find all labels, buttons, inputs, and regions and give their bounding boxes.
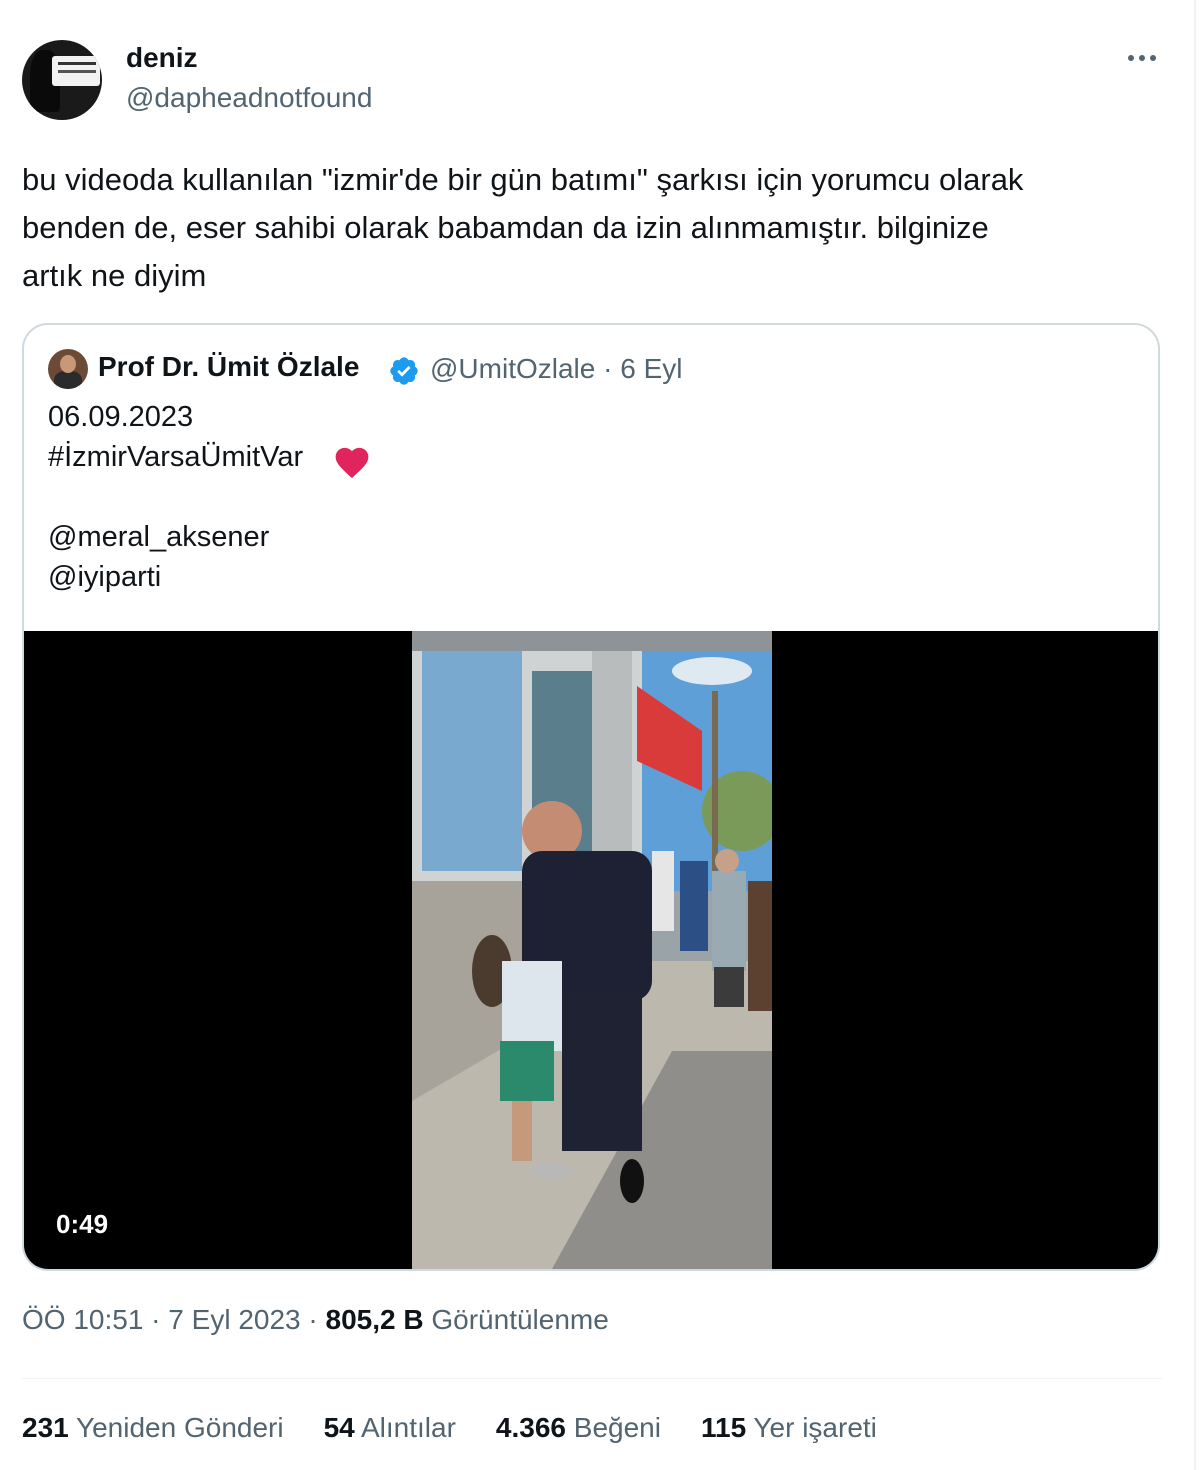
tweet-detail-page: deniz @dapheadnotfound bu videoda kullan…	[0, 0, 1200, 1470]
quoted-mention[interactable]: @iyiparti	[48, 561, 161, 594]
quoted-tweet[interactable]: Prof Dr. Ümit Özlale @UmitOzlale · 6 Eyl…	[22, 323, 1160, 1271]
verified-badge-icon	[390, 357, 418, 385]
tweet-text: bu videoda kullanılan "izmir'de bir gün …	[22, 156, 1172, 300]
stat-label: Yeniden Gönderi	[76, 1412, 284, 1443]
red-heart-icon	[335, 447, 369, 479]
tweet-meta: ÖÖ 10:51 · 7 Eyl 2023 · 805,2 B Görüntül…	[22, 1304, 609, 1336]
view-count: 805,2 B	[325, 1304, 424, 1335]
tweet-text-line: artık ne diyim	[22, 258, 207, 293]
tweet-date[interactable]: 7 Eyl 2023	[168, 1304, 300, 1335]
author-handle[interactable]: @dapheadnotfound	[126, 82, 372, 114]
meta-separator: ·	[143, 1304, 169, 1335]
author-avatar[interactable]	[22, 40, 102, 120]
more-options-icon[interactable]	[1122, 46, 1162, 70]
stat-count: 231	[22, 1412, 69, 1443]
tweet-text-line: benden de, eser sahibi olarak babamdan d…	[22, 210, 989, 245]
meta-separator: ·	[300, 1304, 326, 1335]
quoted-author-handle[interactable]: @UmitOzlale	[430, 353, 595, 384]
video-duration: 0:49	[56, 1209, 109, 1239]
quoted-text-date: 06.09.2023	[48, 401, 194, 433]
quoted-date[interactable]: 6 Eyl	[620, 353, 682, 384]
stat-count: 115	[700, 1412, 747, 1443]
likes-stat[interactable]: 4.366 Beğeni	[496, 1412, 661, 1444]
quoted-meta: @UmitOzlale · 6 Eyl	[430, 353, 682, 385]
stat-label: Beğeni	[573, 1412, 661, 1443]
quoted-author-avatar[interactable]	[48, 349, 88, 389]
column-border	[1194, 0, 1196, 1470]
video-player[interactable]: 0:49	[24, 631, 1158, 1269]
tweet-text-line: bu videoda kullanılan "izmir'de bir gün …	[22, 162, 1024, 197]
quoted-author-name[interactable]: Prof Dr. Ümit Özlale	[98, 351, 359, 383]
quotes-stat[interactable]: 54 Alıntılar	[324, 1412, 456, 1444]
tweet-header: deniz @dapheadnotfound	[22, 38, 1162, 120]
meta-separator: ·	[603, 353, 613, 384]
divider	[22, 1378, 1162, 1379]
stat-label: Yer işareti	[753, 1412, 877, 1443]
author-name[interactable]: deniz	[126, 42, 198, 74]
quoted-hashtag[interactable]: #İzmirVarsaÜmitVar	[48, 441, 303, 474]
reposts-stat[interactable]: 231 Yeniden Gönderi	[22, 1412, 284, 1444]
quoted-mention[interactable]: @meral_aksener	[48, 521, 269, 554]
view-count-label: Görüntülenme	[431, 1304, 609, 1335]
video-thumbnail	[412, 631, 772, 1269]
stat-count: 54	[323, 1412, 355, 1443]
tweet-time[interactable]: ÖÖ 10:51	[22, 1304, 143, 1335]
engagement-stats: 231 Yeniden Gönderi 54 Alıntılar 4.366 B…	[22, 1412, 917, 1444]
stat-label: Alıntılar	[360, 1412, 456, 1443]
stat-count: 4.366	[495, 1412, 566, 1443]
bookmarks-stat[interactable]: 115 Yer işareti	[701, 1412, 877, 1444]
